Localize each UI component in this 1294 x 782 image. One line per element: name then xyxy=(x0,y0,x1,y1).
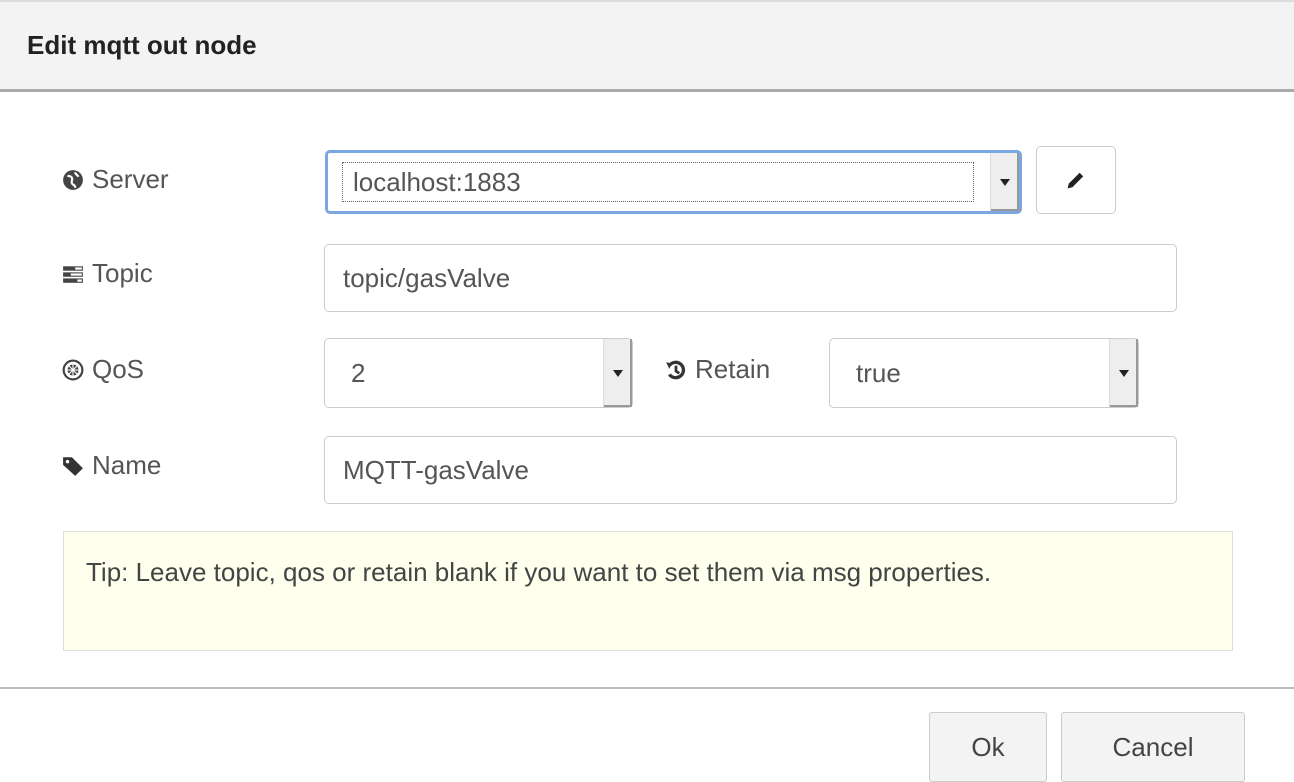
cancel-button[interactable]: Cancel xyxy=(1061,712,1245,782)
dialog-title: Edit mqtt out node xyxy=(27,30,257,60)
chevron-down-icon xyxy=(603,339,632,407)
topic-input[interactable]: topic/gasValve xyxy=(324,244,1177,312)
chevron-down-icon xyxy=(990,153,1019,211)
name-label: Name xyxy=(62,450,161,481)
qos-select[interactable]: 2 xyxy=(324,338,633,408)
retain-label: Retain xyxy=(665,354,770,385)
ok-button[interactable]: Ok xyxy=(929,712,1047,782)
tasks-icon xyxy=(63,265,83,283)
server-select[interactable]: localhost:1883 xyxy=(325,150,1022,214)
name-input[interactable]: MQTT-gasValve xyxy=(324,436,1177,504)
retain-select[interactable]: true xyxy=(829,338,1139,408)
tip-box: Tip: Leave topic, qos or retain blank if… xyxy=(63,531,1233,651)
edit-server-button[interactable] xyxy=(1036,146,1116,214)
footer-divider xyxy=(0,687,1294,689)
qos-label: QoS xyxy=(62,354,144,385)
server-label: Server xyxy=(62,164,169,195)
topic-label: Topic xyxy=(62,258,153,289)
globe-icon xyxy=(63,169,83,190)
empire-icon xyxy=(62,359,84,380)
tag-icon xyxy=(63,456,83,476)
chevron-down-icon xyxy=(1109,339,1138,407)
pencil-icon xyxy=(1067,172,1084,189)
history-icon xyxy=(666,360,685,379)
